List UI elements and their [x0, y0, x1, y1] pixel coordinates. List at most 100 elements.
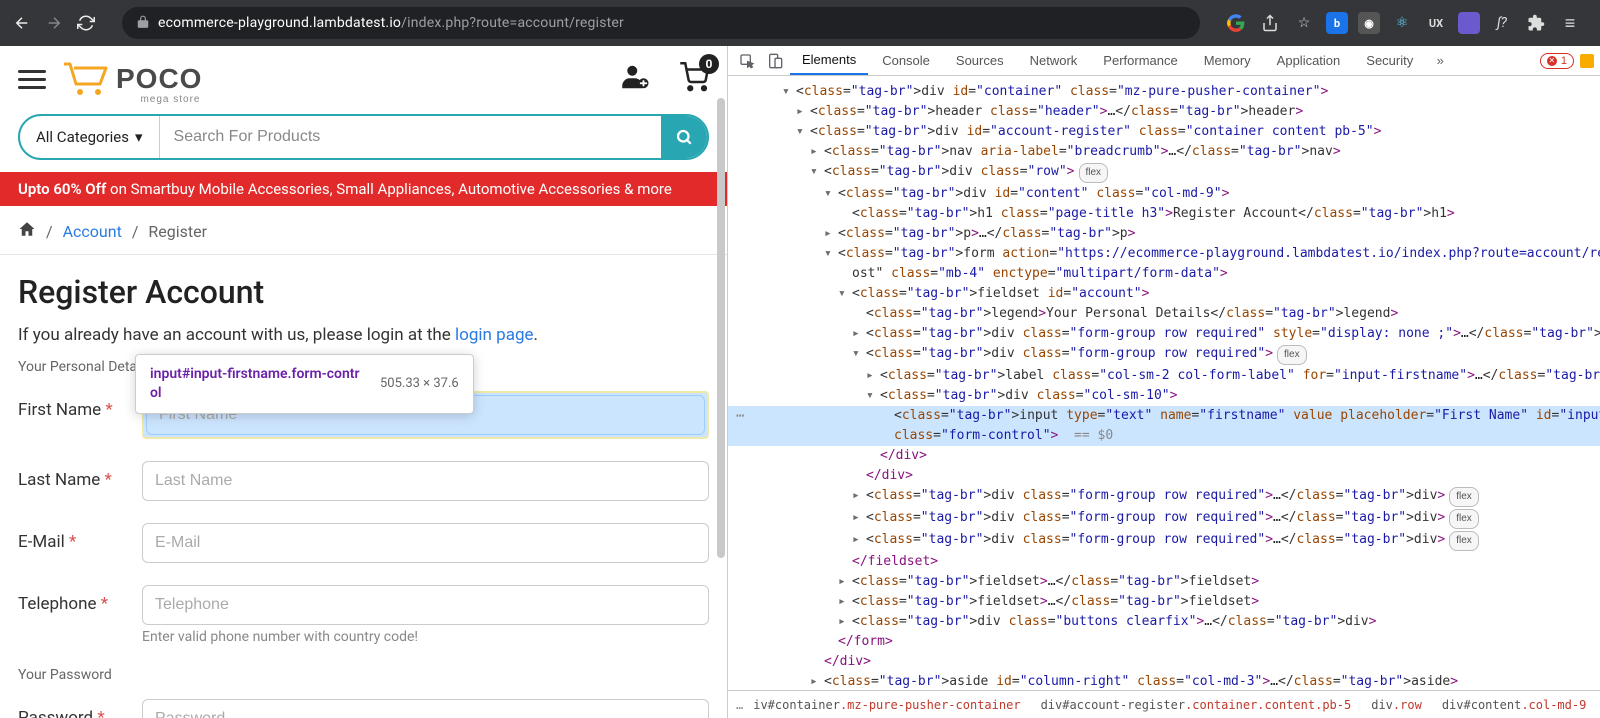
dom-line[interactable]: <class="tag-br">legend>Your Personal Det…	[728, 304, 1600, 324]
dom-line[interactable]: ▾<class="tag-br">div class="form-group r…	[728, 344, 1600, 366]
category-select[interactable]: All Categories▾	[20, 116, 160, 158]
logo-subtext: mega store	[140, 94, 200, 105]
search-input[interactable]	[160, 116, 661, 158]
dom-line[interactable]: ▾<class="tag-br">div id="account-registe…	[728, 122, 1600, 142]
login-page-link[interactable]: login page	[455, 325, 533, 345]
dom-line[interactable]: ▸<class="tag-br">fieldset>…</class="tag-…	[728, 572, 1600, 592]
dom-line[interactable]: </form>	[728, 632, 1600, 652]
camera-icon[interactable]: ◉	[1358, 12, 1380, 34]
devtools-tabs: Elements Console Sources Network Perform…	[728, 46, 1600, 76]
dom-line[interactable]: ▸<class="tag-br">label class="col-sm-2 c…	[728, 366, 1600, 386]
ext-badge-1-icon[interactable]: b	[1326, 12, 1348, 34]
dom-line[interactable]: <class="tag-br">h1 class="page-title h3"…	[728, 204, 1600, 224]
react-ext-icon[interactable]: ⚛	[1390, 11, 1414, 35]
breadcrumb-segment[interactable]: div.row	[1371, 698, 1422, 712]
dom-line[interactable]: ▾<class="tag-br">div class="row">flex	[728, 162, 1600, 184]
page-scrollbar[interactable]	[717, 98, 725, 558]
cart-button[interactable]: 0	[679, 62, 709, 96]
dom-line[interactable]: </div>	[728, 446, 1600, 466]
dom-line[interactable]: <class="tag-br">input type="text" name="…	[728, 406, 1600, 426]
dom-line[interactable]: ▸<class="tag-br">div class="form-group r…	[728, 324, 1600, 344]
ext-badge-2-icon[interactable]	[1458, 12, 1480, 34]
warning-badge[interactable]	[1580, 54, 1594, 68]
function-ext-icon[interactable]: ∫?	[1490, 11, 1514, 35]
dom-line[interactable]: </div>	[728, 652, 1600, 672]
dom-line[interactable]: ost" class="mb-4" enctype="multipart/for…	[728, 264, 1600, 284]
tab-elements[interactable]: Elements	[790, 46, 868, 75]
menu-icon[interactable]: ≡	[1558, 11, 1582, 35]
home-icon[interactable]	[18, 220, 36, 242]
browser-toolbar: ecommerce-playground.lambdatest.io/index…	[0, 0, 1600, 46]
google-icon[interactable]	[1224, 11, 1248, 35]
email-input[interactable]	[142, 523, 709, 563]
ux-ext-icon[interactable]: UX	[1424, 11, 1448, 35]
inspector-tooltip: input#input-firstname.form-control 505.3…	[135, 354, 474, 414]
tab-security[interactable]: Security	[1354, 47, 1425, 74]
page-viewport: POCOmega store 0 All Categories▾ Upto 60…	[0, 46, 728, 718]
password-input[interactable]	[142, 699, 709, 718]
error-badge[interactable]: ✕1	[1540, 53, 1574, 69]
search-button[interactable]	[661, 116, 707, 158]
device-toggle-icon[interactable]	[762, 53, 788, 69]
address-bar[interactable]: ecommerce-playground.lambdatest.io/index…	[122, 7, 1200, 39]
tab-performance[interactable]: Performance	[1091, 47, 1189, 74]
label-telephone: Telephone	[18, 594, 97, 614]
account-icon[interactable]	[621, 62, 651, 96]
breadcrumb-segment[interactable]: iv#container.mz-pure-pusher-container	[753, 698, 1020, 712]
forward-button[interactable]	[40, 9, 68, 37]
tab-sources[interactable]: Sources	[944, 47, 1016, 74]
already-account-text: If you already have an account with us, …	[18, 325, 709, 345]
dom-line[interactable]: ▾<class="tag-br">form action="https://ec…	[728, 244, 1600, 264]
label-first-name: First Name	[18, 400, 101, 420]
tab-network[interactable]: Network	[1018, 47, 1090, 74]
cart-count-badge: 0	[699, 54, 719, 74]
dom-line[interactable]: ▸<class="tag-br">p>…</class="tag-br">p>	[728, 224, 1600, 244]
search-bar: All Categories▾	[18, 114, 709, 160]
cart-logo-icon	[62, 60, 110, 98]
last-name-input[interactable]	[142, 461, 709, 501]
legend-password: Your Password	[18, 667, 709, 683]
tab-application[interactable]: Application	[1265, 47, 1353, 74]
dom-line[interactable]: class="form-control"> == $0	[728, 426, 1600, 446]
dom-line[interactable]: ▾<class="tag-br">div id="container" clas…	[728, 82, 1600, 102]
devtools-breadcrumb[interactable]: … iv#container.mz-pure-pusher-container …	[728, 690, 1600, 718]
reload-button[interactable]	[72, 9, 100, 37]
logo-text: POCO	[116, 63, 202, 94]
dom-line[interactable]: </fieldset>	[728, 552, 1600, 572]
chevron-down-icon: ▾	[135, 128, 143, 146]
tabs-overflow-icon[interactable]: »	[1427, 53, 1453, 68]
dom-line[interactable]: ▸<class="tag-br">div class="form-group r…	[728, 530, 1600, 552]
inspect-element-icon[interactable]	[734, 53, 760, 69]
breadcrumb-account[interactable]: Account	[63, 222, 122, 241]
back-button[interactable]	[8, 9, 36, 37]
dom-line[interactable]: ▸<class="tag-br">aside id="column-right"…	[728, 672, 1600, 690]
breadcrumb-segment[interactable]: div#account-register.container.content.p…	[1041, 698, 1352, 712]
tab-console[interactable]: Console	[870, 47, 942, 74]
label-last-name: Last Name	[18, 470, 100, 490]
dom-line[interactable]: ▸<class="tag-br">div class="form-group r…	[728, 508, 1600, 530]
dom-line[interactable]: ▸<class="tag-br">fieldset>…</class="tag-…	[728, 592, 1600, 612]
dom-line[interactable]: ▾<class="tag-br">div class="col-sm-10">	[728, 386, 1600, 406]
site-logo[interactable]: POCOmega store	[62, 60, 202, 98]
page-title: Register Account	[18, 273, 709, 311]
dom-line[interactable]: </div>	[728, 466, 1600, 486]
hamburger-menu[interactable]	[18, 65, 46, 94]
telephone-helper: Enter valid phone number with country co…	[142, 629, 709, 645]
share-icon[interactable]	[1258, 11, 1282, 35]
breadcrumb-segment[interactable]: div#content.col-md-9	[1442, 698, 1587, 712]
dom-line[interactable]: ▸<class="tag-br">div class="form-group r…	[728, 486, 1600, 508]
dom-line[interactable]: ▸<class="tag-br">nav aria-label="breadcr…	[728, 142, 1600, 162]
tab-memory[interactable]: Memory	[1192, 47, 1263, 74]
devtools-panel: Elements Console Sources Network Perform…	[728, 46, 1600, 718]
lock-icon	[136, 14, 150, 33]
telephone-input[interactable]	[142, 585, 709, 625]
elements-tree[interactable]: ▾<class="tag-br">div id="container" clas…	[728, 76, 1600, 690]
dom-line[interactable]: ▾<class="tag-br">fieldset id="account">	[728, 284, 1600, 304]
dom-line[interactable]: ▾<class="tag-br">div id="content" class=…	[728, 184, 1600, 204]
dom-line[interactable]: ▸<class="tag-br">header class="header">……	[728, 102, 1600, 122]
promo-banner[interactable]: Upto 60% Off on Smartbuy Mobile Accessor…	[0, 172, 727, 206]
extensions-puzzle-icon[interactable]	[1524, 11, 1548, 35]
bookmark-star-icon[interactable]: ☆	[1292, 11, 1316, 35]
tooltip-dimensions: 505.33 × 37.6	[380, 376, 459, 391]
dom-line[interactable]: ▸<class="tag-br">div class="buttons clea…	[728, 612, 1600, 632]
